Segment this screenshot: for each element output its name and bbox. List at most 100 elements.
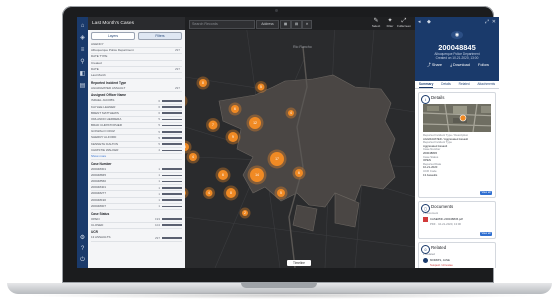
officer-option-label: CHRISTIE WALKER	[91, 147, 119, 152]
pin-icon[interactable]: ◆	[427, 19, 431, 25]
case-header: ◂ ◆ ⤢ ✕ ◉ 200048845 Albuquerque Police D…	[415, 17, 499, 81]
case-status-option-count: 193	[154, 216, 160, 221]
map-view[interactable]: 85346179127514643852364 Search Records A…	[185, 17, 415, 268]
document-meta: PDF · 10-21-2020, 13:00	[430, 221, 461, 226]
case-number: 200048845	[438, 43, 476, 52]
details-card: i Details Reported Incident Type / Descr…	[418, 92, 496, 198]
cluster-layer[interactable]: 85346179127514643852364	[185, 17, 415, 268]
case-number-option-label: 200048190	[91, 197, 107, 202]
tab-filters[interactable]: Filters	[138, 32, 182, 40]
filter-row-label: DATE	[91, 66, 99, 71]
case-cluster-marker[interactable]: 14	[247, 165, 267, 185]
related-card: ☺ Related 1 Related MORRIS, JANE Suspect…	[418, 242, 496, 268]
case-status-option[interactable]: CLOSED 104	[91, 223, 182, 229]
close-icon[interactable]: ✕	[302, 20, 312, 29]
count-bar	[162, 100, 182, 102]
case-cluster-marker[interactable]: 6	[215, 167, 231, 183]
ucr-option[interactable]: 13 ASSAULTS 297	[91, 235, 182, 242]
select-tool-button[interactable]: ✎ Select	[369, 18, 383, 29]
case-cluster-marker[interactable]: 8	[196, 76, 210, 90]
case-number-option-count: 1	[158, 185, 160, 190]
case-status-option-label: OPEN	[91, 216, 100, 221]
case-cluster-marker[interactable]: 17	[267, 149, 287, 169]
follow-button[interactable]: Follow	[478, 63, 489, 68]
case-cluster-marker[interactable]: 3	[185, 187, 189, 199]
filter-row[interactable]: Last Month	[91, 73, 182, 80]
case-cluster-marker[interactable]: 6	[228, 102, 242, 116]
search-input[interactable]: Search Records	[189, 20, 255, 29]
case-cluster-marker[interactable]: 9	[225, 129, 241, 145]
officer-option-count: 5	[158, 135, 160, 140]
map-icon[interactable]: ◈	[79, 35, 86, 42]
tab-summary[interactable]: Summary	[418, 81, 434, 88]
case-cluster-marker[interactable]: 5	[255, 81, 267, 93]
tab-details[interactable]: Details	[441, 81, 451, 88]
case-number-option-count: 1	[158, 191, 160, 196]
mini-map-thumbnail[interactable]	[423, 104, 491, 132]
case-status-option-count: 104	[154, 223, 160, 228]
filter-row-count: 297	[174, 66, 180, 71]
case-actions: ⤴ Share ⤓ Download Follow	[427, 63, 489, 68]
officer-option-count: 5	[158, 123, 160, 128]
chart-icon[interactable]: ▤	[79, 83, 86, 90]
tab-attachments[interactable]: Attachments	[477, 81, 495, 88]
count-bar	[162, 218, 182, 220]
case-number-option[interactable]: 200048007 1	[91, 204, 182, 210]
map-view-toggle[interactable]: ▦	[280, 20, 291, 29]
case-number-option-count: 1	[158, 173, 160, 178]
satellite-image	[423, 104, 491, 132]
case-cluster-marker[interactable]: 4	[186, 150, 200, 164]
incident-type-option-count: 297	[174, 85, 180, 90]
avatar	[423, 257, 428, 263]
tab-related[interactable]: Related	[459, 81, 470, 88]
case-cluster-marker[interactable]: 5	[274, 186, 288, 200]
laptop-notch	[241, 283, 317, 288]
case-number-option-label: 200048560	[91, 179, 107, 184]
tab-layers[interactable]: Layers	[91, 32, 135, 40]
case-cluster-marker[interactable]: 2	[239, 207, 251, 219]
count-bar	[162, 168, 182, 171]
close-icon[interactable]: ✕	[492, 19, 496, 25]
case-number-option-label: 200048401	[91, 185, 107, 190]
list-icon[interactable]: ≡	[79, 47, 86, 54]
cluster-count: 5	[280, 191, 282, 195]
officer-option-count: 6	[158, 111, 160, 116]
count-bar	[162, 180, 182, 183]
filter-tool-button[interactable]: ✦ Filter	[383, 18, 397, 29]
show-more-link[interactable]: Show more	[91, 154, 182, 161]
officer-option-label: BRENT MATTHEWS	[91, 110, 119, 115]
home-icon[interactable]: ⌂	[79, 23, 86, 30]
case-cluster-marker[interactable]: 4	[203, 187, 215, 199]
download-button[interactable]: ⤓ Download	[450, 63, 470, 68]
settings-icon[interactable]: ⚙	[79, 235, 86, 242]
layers-icon[interactable]: ◧	[79, 71, 86, 78]
case-cluster-marker[interactable]: 4	[285, 107, 297, 119]
timeline-button[interactable]: Timeline	[287, 260, 311, 266]
case-cluster-marker[interactable]: 3	[185, 95, 188, 108]
case-cluster-marker[interactable]: 6	[292, 166, 306, 180]
address-dropdown[interactable]: Address	[256, 20, 279, 29]
cluster-count: 5	[185, 145, 186, 149]
logout-icon[interactable]: ⏻	[79, 257, 86, 264]
share-button[interactable]: ⤴ Share	[427, 63, 442, 68]
people-icon: ☺	[421, 244, 430, 254]
officer-option-label: BRAD CHRISTOPHER	[91, 123, 122, 128]
case-cluster-marker[interactable]: 8	[223, 185, 239, 201]
list-view-toggle[interactable]: ▤	[291, 20, 302, 29]
place-label: Rio Rancho	[293, 45, 312, 49]
cluster-count: 5	[260, 85, 262, 89]
back-icon[interactable]: ◂	[418, 19, 421, 25]
details-view-all-button[interactable]: View all	[480, 191, 492, 195]
incident-type-option[interactable]: AGGRAVATED ASSAULT 297	[91, 86, 182, 92]
fullscreen-tool-button[interactable]: ⤢ Fullscreen	[397, 18, 411, 29]
officer-option-count: 6	[158, 104, 160, 109]
officer-option-label: ISRAEL JACOBS	[91, 98, 115, 103]
case-cluster-marker[interactable]: 7	[206, 118, 220, 132]
officer-option-label: GONZALO CRUZ	[91, 129, 115, 134]
officer-option-label: KENNETH DALTON	[91, 141, 119, 146]
expand-icon[interactable]: ⤢	[485, 19, 489, 25]
help-icon[interactable]: ?	[79, 246, 86, 253]
case-cluster-marker[interactable]: 12	[246, 114, 264, 132]
filter-icon[interactable]: ⚲	[79, 59, 86, 66]
documents-view-all-button[interactable]: View all	[480, 232, 492, 236]
